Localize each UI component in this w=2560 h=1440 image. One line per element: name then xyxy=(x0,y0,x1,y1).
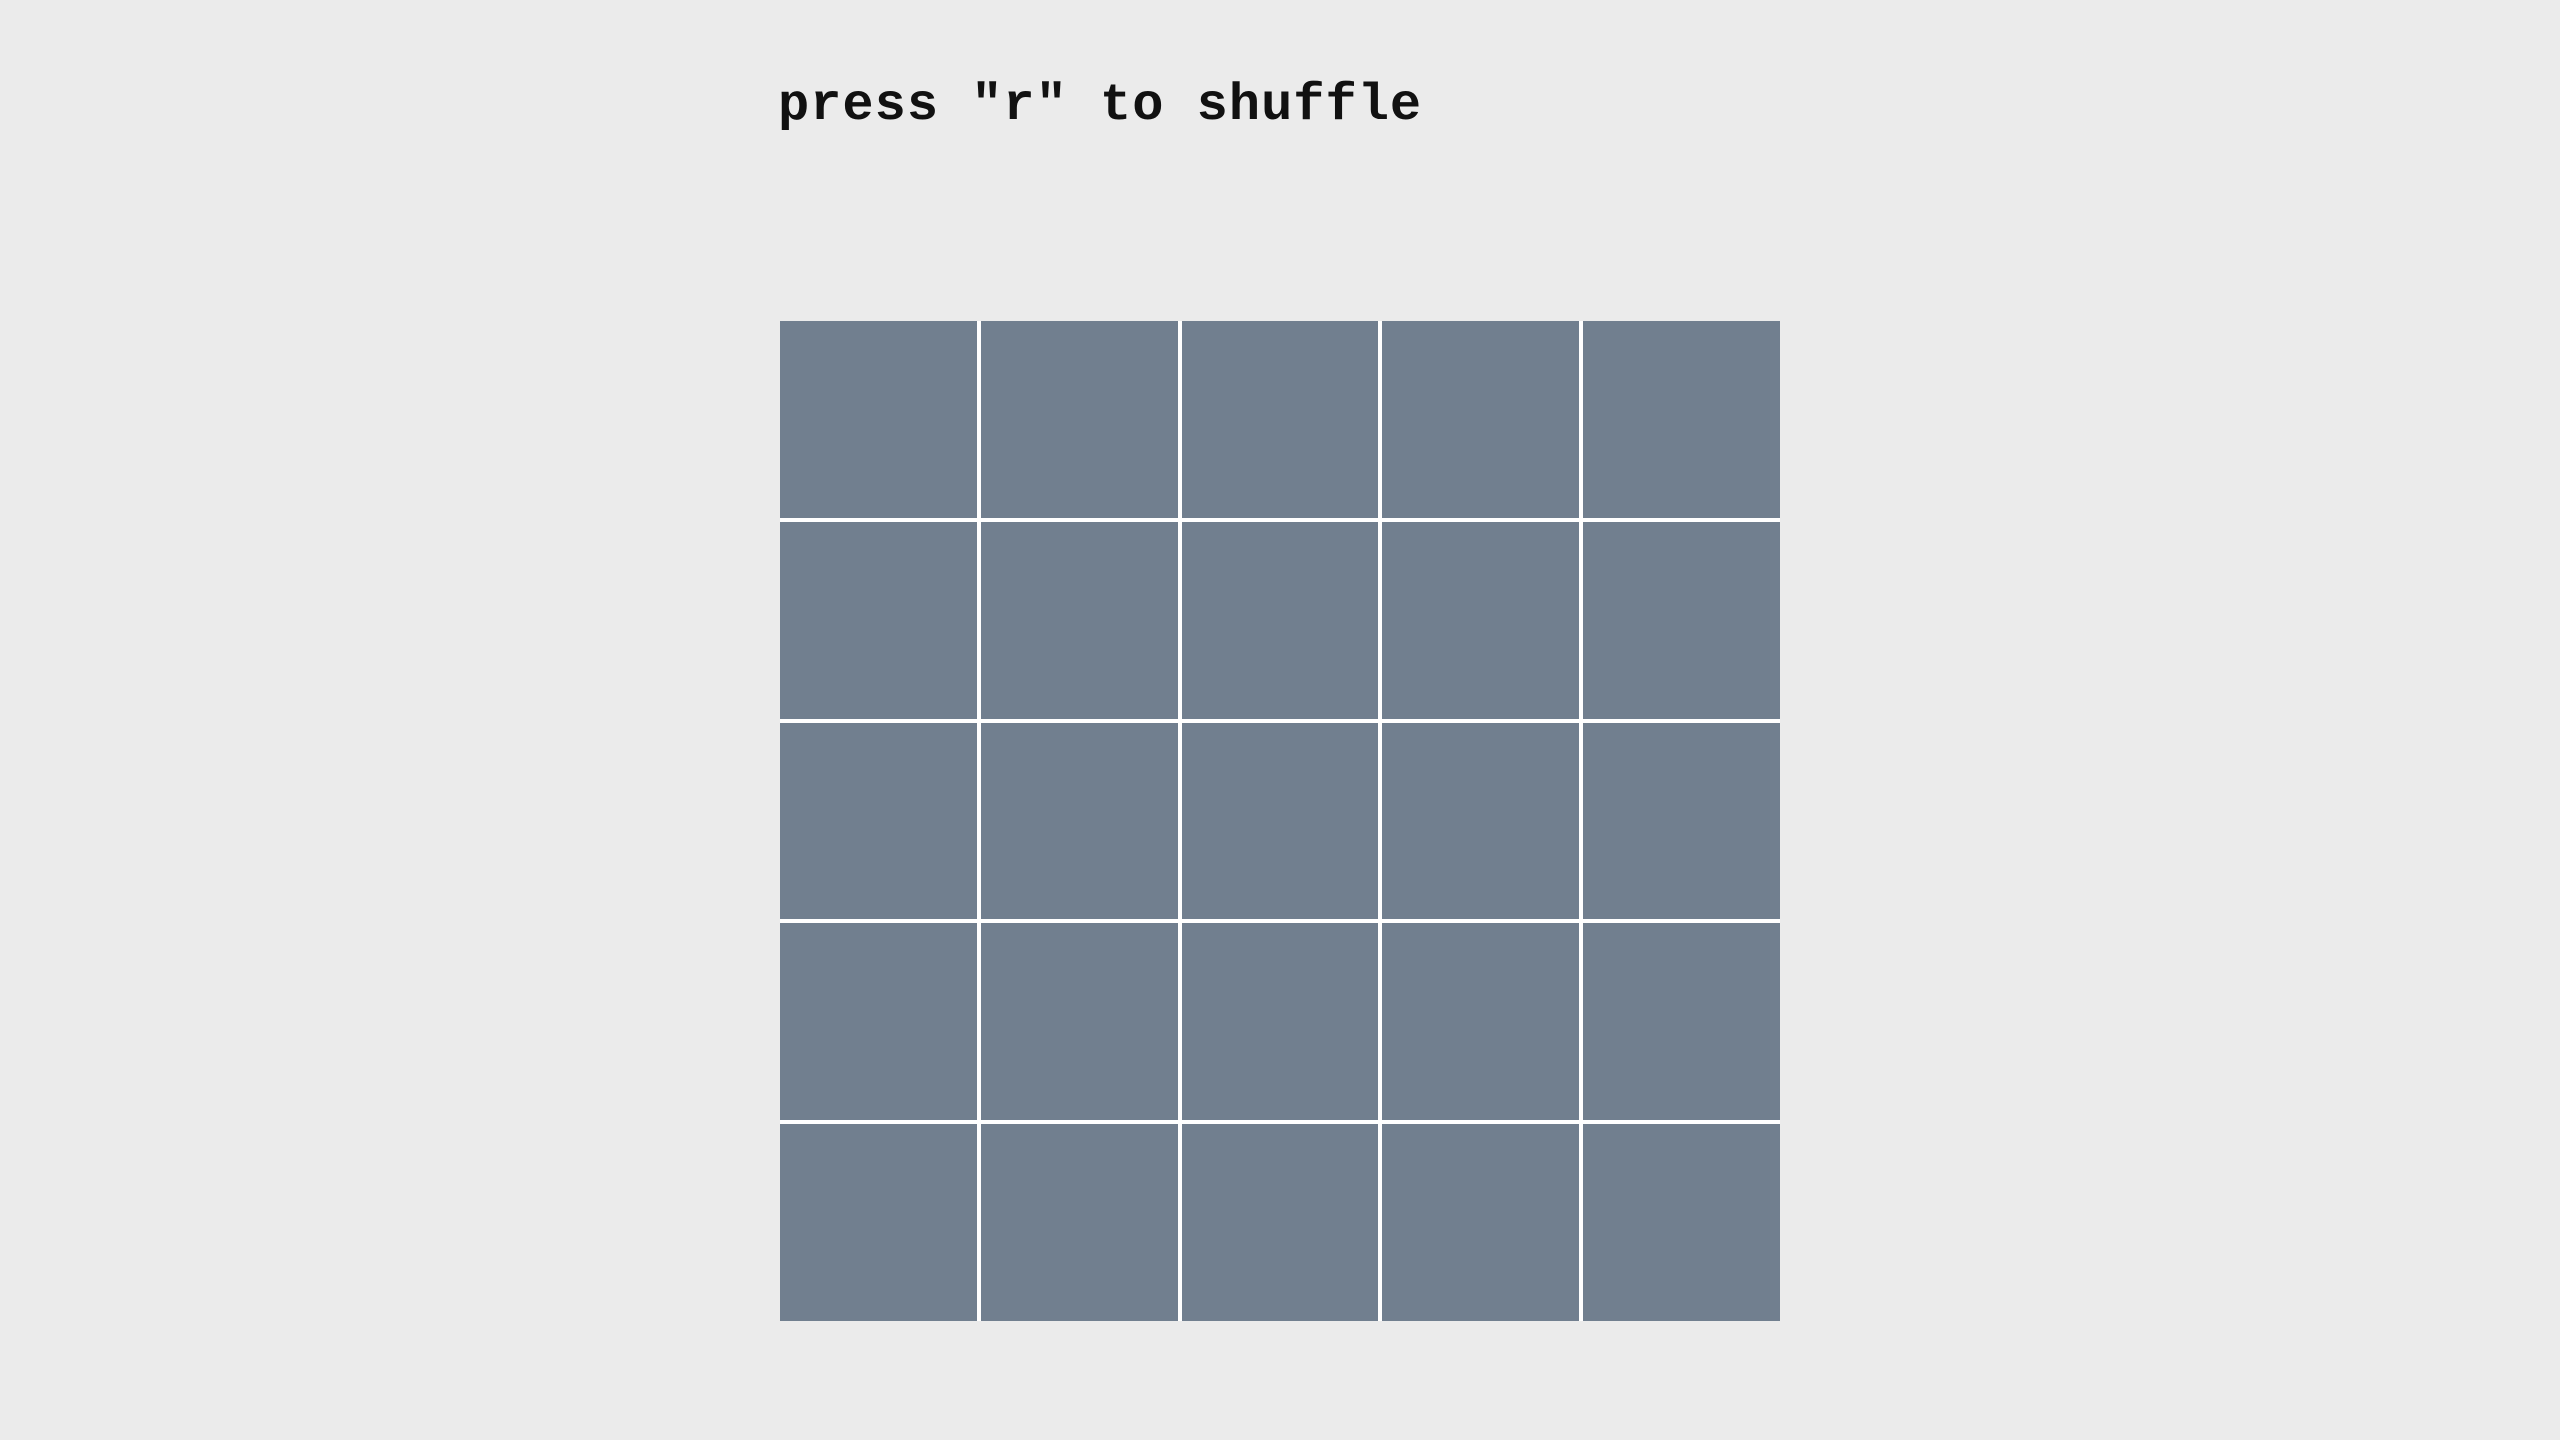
puzzle-tile-r3-c1[interactable] xyxy=(780,722,977,920)
puzzle-tile-r4-c5[interactable] xyxy=(1583,923,1780,1121)
puzzle-tile-r2-c5[interactable] xyxy=(1583,521,1780,719)
shuffle-instruction: press "r" to shuffle xyxy=(778,76,1423,135)
puzzle-tile-r3-c2[interactable] xyxy=(980,722,1178,920)
puzzle-tile-r3-c5[interactable] xyxy=(1583,722,1780,920)
puzzle-tile-r1-c1[interactable] xyxy=(780,321,977,518)
puzzle-tile-r1-c2[interactable] xyxy=(980,321,1178,518)
puzzle-tile-r3-c4[interactable] xyxy=(1382,722,1580,920)
puzzle-tile-r5-c1[interactable] xyxy=(780,1124,977,1321)
puzzle-tile-r2-c1[interactable] xyxy=(780,521,977,719)
puzzle-tile-r2-c3[interactable] xyxy=(1181,521,1379,719)
puzzle-tile-r2-c4[interactable] xyxy=(1382,521,1580,719)
puzzle-tile-r5-c5[interactable] xyxy=(1583,1124,1780,1321)
puzzle-tile-r4-c4[interactable] xyxy=(1382,923,1580,1121)
puzzle-tile-r2-c2[interactable] xyxy=(980,521,1178,719)
puzzle-tile-r4-c3[interactable] xyxy=(1181,923,1379,1121)
puzzle-board[interactable] xyxy=(780,321,1780,1321)
puzzle-tile-r1-c4[interactable] xyxy=(1382,321,1580,518)
puzzle-tile-r5-c2[interactable] xyxy=(980,1124,1178,1321)
puzzle-tile-r1-c3[interactable] xyxy=(1181,321,1379,518)
puzzle-tile-r5-c4[interactable] xyxy=(1382,1124,1580,1321)
puzzle-tile-r4-c1[interactable] xyxy=(780,923,977,1121)
puzzle-tile-r4-c2[interactable] xyxy=(980,923,1178,1121)
puzzle-tile-r3-c3[interactable] xyxy=(1181,722,1379,920)
puzzle-tile-r1-c5[interactable] xyxy=(1583,321,1780,518)
puzzle-tile-r5-c3[interactable] xyxy=(1181,1124,1379,1321)
